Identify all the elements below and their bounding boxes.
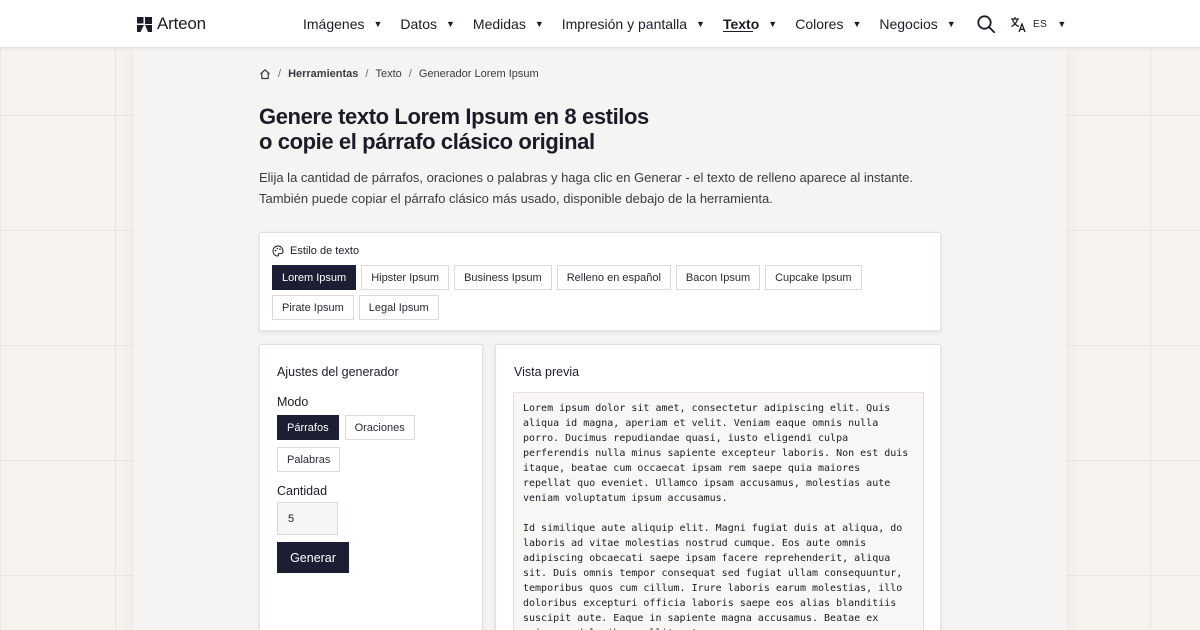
mode-option-palabras[interactable]: Palabras: [277, 447, 341, 472]
nav-label: Texto: [722, 16, 760, 32]
breadcrumb-link-texto[interactable]: Texto: [375, 68, 401, 80]
preview-title: Vista previa: [514, 365, 580, 379]
quantity-label: Cantidad: [277, 484, 328, 498]
main-content: / Herramientas / Texto / Generador Lorem…: [134, 48, 1066, 630]
page-title: Genere texto Lorem Ipsum en 8 estilos o …: [259, 104, 819, 154]
nav-label: Colores: [795, 16, 844, 32]
caret-down-icon: ▼: [696, 19, 705, 29]
nav-item-datos[interactable]: Datos ▼: [400, 0, 455, 48]
breadcrumb-separator: /: [365, 68, 369, 80]
title-line-1: Genere texto Lorem Ipsum en 8 estilos: [259, 104, 649, 129]
style-option-lorem-ipsum[interactable]: Lorem Ipsum: [272, 265, 357, 290]
language-selector[interactable]: ES ▼: [1010, 14, 1066, 34]
logo[interactable]: Arteon: [137, 13, 206, 35]
style-option-pirate-ipsum[interactable]: Pirate Ipsum: [272, 295, 354, 320]
mode-option-parrafos[interactable]: Párrafos: [277, 415, 339, 440]
page-description: Elija la cantidad de párrafos, oraciones…: [259, 167, 959, 209]
preview-paragraph-1: Lorem ipsum dolor sit amet, consectetur …: [523, 403, 909, 504]
nav-label: Imágenes: [303, 16, 365, 32]
breadcrumb-link-herramientas[interactable]: Herramientas: [288, 68, 358, 80]
generate-button[interactable]: Generar: [277, 542, 349, 573]
settings-title: Ajustes del generador: [277, 365, 399, 379]
preview-paragraph-2: Id similique aute aliquip elit. Magni fu…: [523, 523, 903, 630]
logo-mark-icon: [137, 16, 152, 32]
home-icon[interactable]: [259, 68, 271, 80]
nav-item-texto[interactable]: Texto ▼: [723, 0, 777, 48]
mode-label: Modo: [277, 395, 309, 409]
main-nav: Imágenes ▼ Datos ▼ Medidas ▼ Impresión y…: [303, 0, 974, 48]
text-style-label: Estilo de texto: [290, 245, 360, 257]
caret-down-icon: ▼: [373, 19, 383, 29]
nav-label: Negocios: [879, 16, 938, 32]
text-style-heading: Estilo de texto: [272, 245, 359, 257]
nav-label: Impresión y pantalla: [561, 16, 688, 32]
search-icon[interactable]: [976, 14, 996, 34]
style-option-relleno-espanol[interactable]: Relleno en español: [556, 265, 671, 290]
generator-settings-card: Ajustes del generador Modo Párrafos Orac…: [259, 344, 483, 630]
description-line-1: Elija la cantidad de párrafos, oraciones…: [259, 170, 913, 185]
nav-item-negocios[interactable]: Negocios ▼: [879, 0, 955, 48]
nav-label: Medidas: [472, 16, 526, 32]
caret-down-icon: ▼: [768, 19, 778, 29]
mode-options-row-1: Párrafos Oraciones: [277, 415, 415, 440]
breadcrumb: / Herramientas / Texto / Generador Lorem…: [259, 68, 539, 80]
top-navbar: Arteon Imágenes ▼ Datos ▼ Medidas ▼ Impr…: [0, 0, 1200, 48]
breadcrumb-separator: /: [408, 68, 412, 80]
style-option-cupcake-ipsum[interactable]: Cupcake Ipsum: [765, 265, 862, 290]
title-line-2: o copie el párrafo clásico original: [259, 129, 595, 154]
description-line-2: También puede copiar el párrafo clásico …: [259, 191, 773, 206]
palette-icon: [272, 245, 284, 257]
caret-down-icon: ▼: [534, 19, 544, 29]
logo-text: Arteon: [157, 14, 206, 33]
caret-down-icon: ▼: [852, 19, 862, 29]
translate-icon: [1011, 16, 1026, 32]
text-style-options: Lorem Ipsum Hipster Ipsum Business Ipsum…: [272, 265, 932, 320]
nav-item-medidas[interactable]: Medidas ▼: [473, 0, 544, 48]
quantity-input[interactable]: [277, 502, 338, 535]
language-code: ES: [1033, 18, 1048, 30]
text-style-card: Estilo de texto Lorem Ipsum Hipster Ipsu…: [259, 232, 941, 331]
caret-down-icon: ▼: [1057, 19, 1067, 29]
breadcrumb-separator: /: [278, 68, 282, 80]
mode-option-oraciones[interactable]: Oraciones: [344, 415, 415, 440]
style-option-hipster-ipsum[interactable]: Hipster Ipsum: [361, 265, 450, 290]
nav-item-colores[interactable]: Colores ▼: [795, 0, 861, 48]
caret-down-icon: ▼: [445, 19, 455, 29]
nav-label: Datos: [400, 16, 437, 32]
style-option-business-ipsum[interactable]: Business Ipsum: [454, 265, 552, 290]
nav-item-impresion[interactable]: Impresión y pantalla ▼: [562, 0, 705, 48]
preview-card: Vista previa Lorem ipsum dolor sit amet,…: [495, 344, 941, 630]
nav-item-imagenes[interactable]: Imágenes ▼: [303, 0, 382, 48]
style-option-legal-ipsum[interactable]: Legal Ipsum: [358, 295, 439, 320]
breadcrumb-current: Generador Lorem Ipsum: [418, 68, 539, 80]
style-option-bacon-ipsum[interactable]: Bacon Ipsum: [675, 265, 761, 290]
preview-text-area[interactable]: Lorem ipsum dolor sit amet, consectetur …: [513, 392, 924, 630]
mode-options-row-2: Palabras: [277, 447, 341, 472]
caret-down-icon: ▼: [946, 19, 956, 29]
